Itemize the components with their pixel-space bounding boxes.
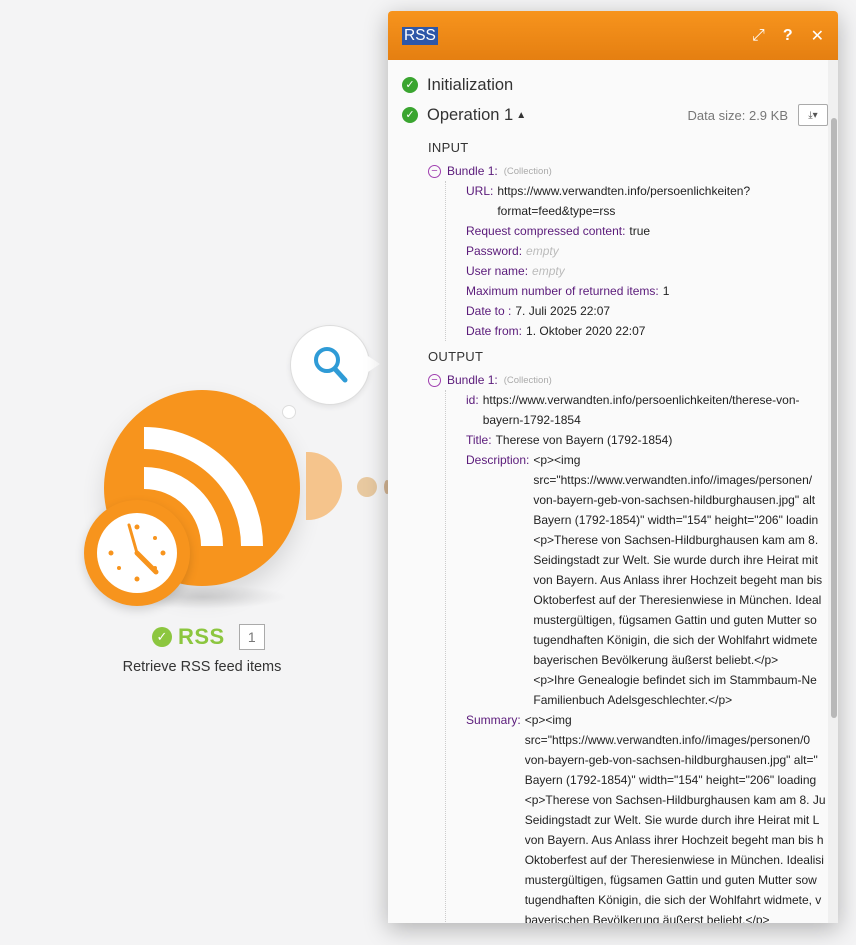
download-button[interactable]: ⤓▾ — [798, 104, 828, 126]
input-field-row[interactable]: Maximum number of returned items: 1 — [466, 281, 828, 301]
output-heading: OUTPUT — [428, 349, 484, 364]
collapse-icon[interactable]: − — [428, 164, 441, 178]
bundle-toggle[interactable]: − Bundle 1: (Collection) — [428, 370, 828, 390]
step-operation[interactable]: ✓ Operation 1 ▲ Data size: 2.9 KB ⤓▾ — [402, 100, 828, 130]
field-key: Request compressed content: — [466, 224, 626, 238]
panel-header: RSS ⤢ ? ✕ — [388, 11, 838, 60]
field-key: Summary: — [466, 713, 521, 727]
input-fields: URL: https://www.verwandten.info/persoenl… — [445, 181, 828, 341]
input-bundle: − Bundle 1: (Collection) URL: https://www… — [428, 161, 828, 341]
output-bundle: − Bundle 1: (Collection) id: https://www… — [428, 370, 828, 923]
bundle-label: Bundle 1: — [447, 373, 498, 387]
module-subtitle: Retrieve RSS feed items — [122, 659, 282, 675]
success-check-icon: ✓ — [152, 627, 172, 647]
close-icon[interactable]: ✕ — [811, 26, 824, 46]
field-key: Date from: — [466, 324, 523, 338]
schedule-clock[interactable] — [84, 500, 190, 606]
field-key: Title: — [466, 433, 492, 447]
output-field-id[interactable]: id: https://www.verwandten.info/persoenl… — [466, 390, 828, 430]
collection-tag: (Collection) — [503, 165, 552, 177]
field-key: User name: — [466, 264, 529, 278]
magnifier-icon — [314, 347, 348, 383]
panel-body[interactable]: ✓ Initialization ✓ Operation 1 ▲ Data si… — [388, 60, 828, 923]
field-value: empty — [526, 244, 559, 258]
output-field-description[interactable]: Description: <p><img src="https://www.ve… — [466, 450, 828, 710]
route-dot — [357, 477, 377, 497]
panel-header-actions: ⤢ ? ✕ — [752, 26, 824, 46]
output-field-summary[interactable]: Summary: <p><img src="https://www.verwan… — [466, 710, 828, 923]
field-value: <p><img src="https://www.verwandten.info… — [524, 713, 826, 923]
success-check-icon: ✓ — [402, 107, 418, 123]
input-field-row[interactable]: Password: empty — [466, 241, 828, 261]
step-label: Operation 1 — [427, 105, 514, 124]
field-key: Description: — [466, 453, 530, 467]
field-value: empty — [532, 264, 565, 278]
field-value: Therese von Bayern (1792-1854) — [495, 433, 673, 447]
field-value: https://www.verwandten.info/persoenlichk… — [497, 184, 751, 218]
field-key: Date to : — [466, 304, 512, 318]
field-value: <p><img src="https://www.verwandten.info… — [533, 453, 823, 707]
success-check-icon: ✓ — [402, 77, 418, 93]
input-field-row[interactable]: User name: empty — [466, 261, 828, 281]
expand-icon[interactable]: ⤢ — [752, 27, 765, 45]
operation-count-badge[interactable]: 1 — [238, 624, 265, 650]
field-key: id: — [466, 393, 479, 407]
field-value: 7. Juli 2025 22:07 — [515, 304, 611, 318]
field-value: 1 — [662, 284, 670, 298]
field-key: Password: — [466, 244, 523, 258]
inspect-bubble[interactable] — [290, 325, 370, 405]
step-initialization[interactable]: ✓ Initialization — [402, 70, 828, 100]
download-icon: ⤓▾ — [808, 109, 818, 121]
field-value: 1. Oktober 2020 22:07 — [526, 324, 646, 338]
input-field-row[interactable]: Date from: 1. Oktober 2020 22:07 — [466, 321, 828, 341]
module-name: RSS — [178, 624, 225, 649]
module-connector[interactable] — [306, 452, 342, 520]
collection-tag: (Collection) — [503, 374, 552, 386]
clock-icon — [97, 513, 177, 593]
input-field-row[interactable]: Date to :7. Juli 2025 22:07 — [466, 301, 828, 321]
field-key: URL: — [466, 184, 494, 198]
bubble-arrow — [368, 356, 380, 372]
help-icon[interactable]: ? — [783, 27, 793, 45]
collapse-icon[interactable]: − — [428, 373, 441, 387]
output-fields: id: https://www.verwandten.info/persoenl… — [445, 390, 828, 923]
field-value: https://www.verwandten.info/persoenlichk… — [482, 393, 800, 427]
field-value: true — [629, 224, 651, 238]
panel-title: RSS — [402, 26, 438, 45]
input-field-row[interactable]: URL: https://www.verwandten.info/persoenl… — [466, 181, 828, 221]
data-size: Data size: 2.9 KB ⤓▾ — [688, 104, 828, 126]
module-label: ✓ RSS 1 — [152, 624, 265, 650]
data-size-label: Data size: 2.9 KB — [687, 107, 788, 123]
input-heading: INPUT — [428, 140, 469, 155]
field-key: Maximum number of returned items: — [466, 284, 659, 298]
panel-scrollbar[interactable] — [828, 60, 838, 923]
bundle-toggle[interactable]: − Bundle 1: (Collection) — [428, 161, 828, 181]
caret-up-icon[interactable]: ▲ — [516, 110, 526, 121]
input-field-row[interactable]: Request compressed content: true — [466, 221, 828, 241]
scrollbar-thumb[interactable] — [831, 118, 837, 718]
output-field-title[interactable]: Title: Therese von Bayern (1792-1854) — [466, 430, 828, 450]
bundle-label: Bundle 1: — [447, 164, 498, 178]
step-label: Initialization — [427, 75, 514, 94]
output-inspector-panel: RSS ⤢ ? ✕ ✓ Initialization ✓ Operation 1… — [388, 11, 838, 923]
